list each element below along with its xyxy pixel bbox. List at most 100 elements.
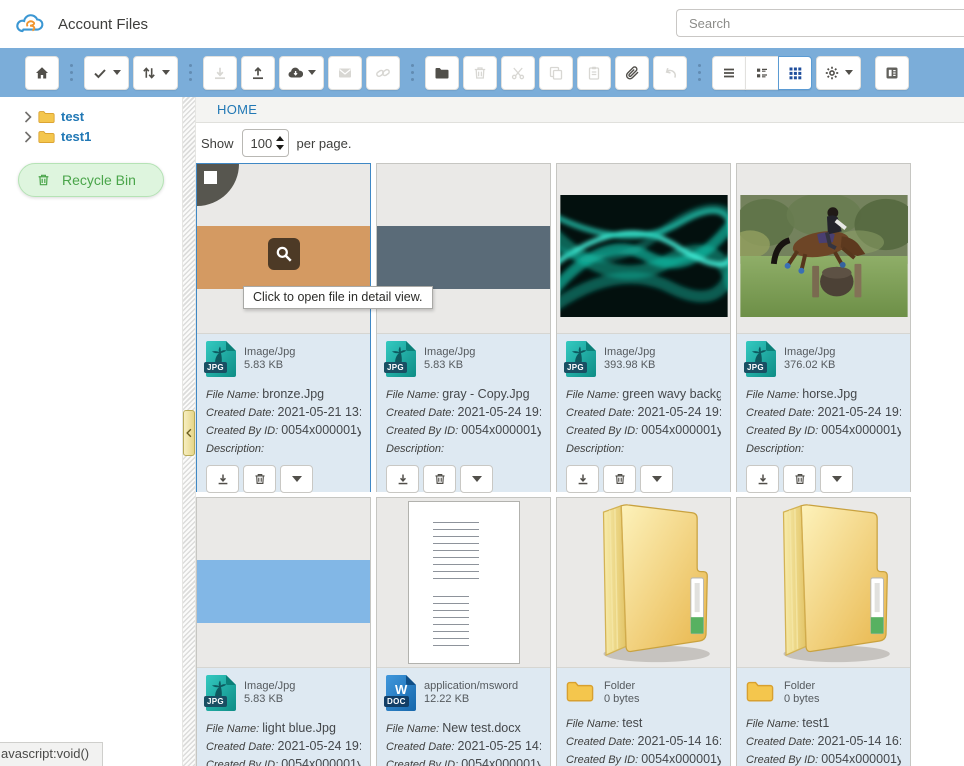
created-date: 2021-05-14 16:0... (638, 734, 721, 748)
download-file-button[interactable] (386, 465, 419, 493)
file-card-grid: Click to open file in detail view. JPG I… (196, 163, 964, 766)
file-menu-button[interactable] (640, 465, 673, 493)
file-card[interactable]: Click to open file in detail view. JPG I… (196, 163, 371, 492)
jpg-badge: JPG (564, 362, 587, 373)
file-name: test (622, 716, 642, 730)
folder-thumbnail[interactable] (557, 498, 730, 668)
file-info: W DOC application/msword 12.22 KB File N… (377, 668, 550, 766)
chevron-right-icon[interactable] (24, 131, 32, 143)
folder-tree-sidebar: test test1 Recycle Bin (0, 97, 182, 766)
spinner-up-button[interactable] (276, 136, 284, 141)
clipboard-icon (586, 65, 602, 81)
file-thumbnail[interactable] (557, 164, 730, 334)
tooltip: Click to open file in detail view. (243, 286, 433, 309)
home-button[interactable] (25, 56, 59, 90)
download-file-button[interactable] (566, 465, 599, 493)
file-thumbnail[interactable] (377, 498, 550, 668)
checkmark-icon (92, 65, 108, 81)
file-menu-button[interactable] (280, 465, 313, 493)
folder-label: test (61, 109, 84, 124)
file-menu-button[interactable] (820, 465, 853, 493)
view-switcher (712, 56, 812, 90)
report-view-button[interactable] (875, 56, 909, 90)
attach-button[interactable] (615, 56, 649, 90)
file-type: Image/Jpg (784, 346, 835, 359)
trash-icon (253, 472, 267, 486)
file-thumbnail[interactable] (737, 164, 910, 334)
trash-icon (793, 472, 807, 486)
grid-view-button[interactable] (778, 56, 812, 90)
created-date-row: Created Date: 2021-05-24 19:0... (746, 404, 901, 422)
download-file-button[interactable] (206, 465, 239, 493)
file-card[interactable]: JPG Image/Jpg 393.98 KB File Name: green… (556, 163, 731, 492)
link-icon (375, 65, 391, 81)
file-type: Image/Jpg (244, 680, 295, 693)
file-thumbnail[interactable]: Click to open file in detail view. (197, 164, 370, 334)
file-type: Image/Jpg (424, 346, 475, 359)
folder-thumbnail[interactable] (737, 498, 910, 668)
list-view-button[interactable] (712, 56, 746, 90)
file-size: 5.83 KB (424, 359, 475, 372)
doc-letter: W (395, 682, 407, 697)
sidebar-item-test[interactable]: test (0, 107, 182, 127)
search-input[interactable] (676, 9, 964, 37)
folder-card[interactable]: Folder 0 bytes File Name: test1 Created … (736, 497, 911, 766)
folder-card[interactable]: Folder 0 bytes File Name: test Created D… (556, 497, 731, 766)
file-name-row: File Name: green wavy backgro... (566, 386, 721, 404)
delete-file-button[interactable] (783, 465, 816, 493)
created-date: 2021-05-24 19:0... (638, 405, 721, 419)
file-name-row: File Name: test (566, 715, 721, 733)
per-page-input[interactable] (251, 136, 275, 151)
sort-dropdown-button[interactable] (133, 56, 178, 90)
description-row: Description: (386, 440, 541, 458)
delete-file-button[interactable] (243, 465, 276, 493)
file-card[interactable]: JPG Image/Jpg 5.83 KB File Name: gray - … (376, 163, 551, 492)
toolbar-separator (698, 64, 701, 81)
recycle-bin-button[interactable]: Recycle Bin (18, 163, 164, 197)
open-detail-view-button[interactable] (268, 238, 300, 270)
created-date: 2021-05-24 19:0... (458, 405, 541, 419)
file-name: horse.Jpg (802, 387, 857, 401)
jpg-file-icon: JPG (206, 341, 236, 377)
created-by-row: Created By ID: 0054x000001yD... (386, 756, 541, 766)
per-page-spinner[interactable] (242, 129, 289, 157)
collapse-sidebar-button[interactable] (183, 410, 195, 456)
sidebar-splitter[interactable] (182, 97, 196, 766)
delete-file-button[interactable] (423, 465, 456, 493)
chevron-right-icon[interactable] (24, 111, 32, 123)
file-type: application/msword (424, 680, 518, 693)
file-menu-button[interactable] (460, 465, 493, 493)
file-card[interactable]: JPG Image/Jpg 5.83 KB File Name: light b… (196, 497, 371, 766)
file-size: 376.02 KB (784, 359, 835, 372)
trash-icon (36, 172, 51, 188)
cloud-download-dropdown-button[interactable] (279, 56, 324, 90)
page-title: Account Files (58, 16, 148, 33)
file-name-row: File Name: bronze.Jpg (206, 386, 361, 404)
file-card[interactable]: W DOC application/msword 12.22 KB File N… (376, 497, 551, 766)
file-size: 5.83 KB (244, 693, 295, 706)
download-file-button[interactable] (746, 465, 779, 493)
selection-checkbox[interactable] (197, 164, 239, 206)
file-type: Folder (784, 680, 819, 693)
settings-dropdown-button[interactable] (816, 56, 861, 90)
file-info: JPG Image/Jpg 5.83 KB File Name: bronze.… (197, 334, 370, 492)
breadcrumb-home-link[interactable]: HOME (217, 102, 257, 117)
folder-art-icon (568, 502, 720, 664)
new-folder-button[interactable] (425, 56, 459, 90)
recycle-bin-label: Recycle Bin (62, 172, 136, 188)
upload-button[interactable] (241, 56, 275, 90)
file-card[interactable]: JPG Image/Jpg 376.02 KB File Name: horse… (736, 163, 911, 492)
created-by: 0054x000001yD... (641, 423, 721, 437)
spinner-down-button[interactable] (276, 145, 284, 150)
show-label: Show (201, 136, 234, 151)
detail-list-view-button[interactable] (745, 56, 779, 90)
doc-badge: DOC (384, 696, 409, 707)
doc-file-icon: W DOC (386, 675, 416, 711)
download-icon (576, 472, 590, 486)
sidebar-item-test1[interactable]: test1 (0, 127, 182, 147)
download-icon (396, 472, 410, 486)
home-icon (34, 65, 50, 81)
delete-file-button[interactable] (603, 465, 636, 493)
file-thumbnail[interactable] (197, 498, 370, 668)
select-dropdown-button[interactable] (84, 56, 129, 90)
